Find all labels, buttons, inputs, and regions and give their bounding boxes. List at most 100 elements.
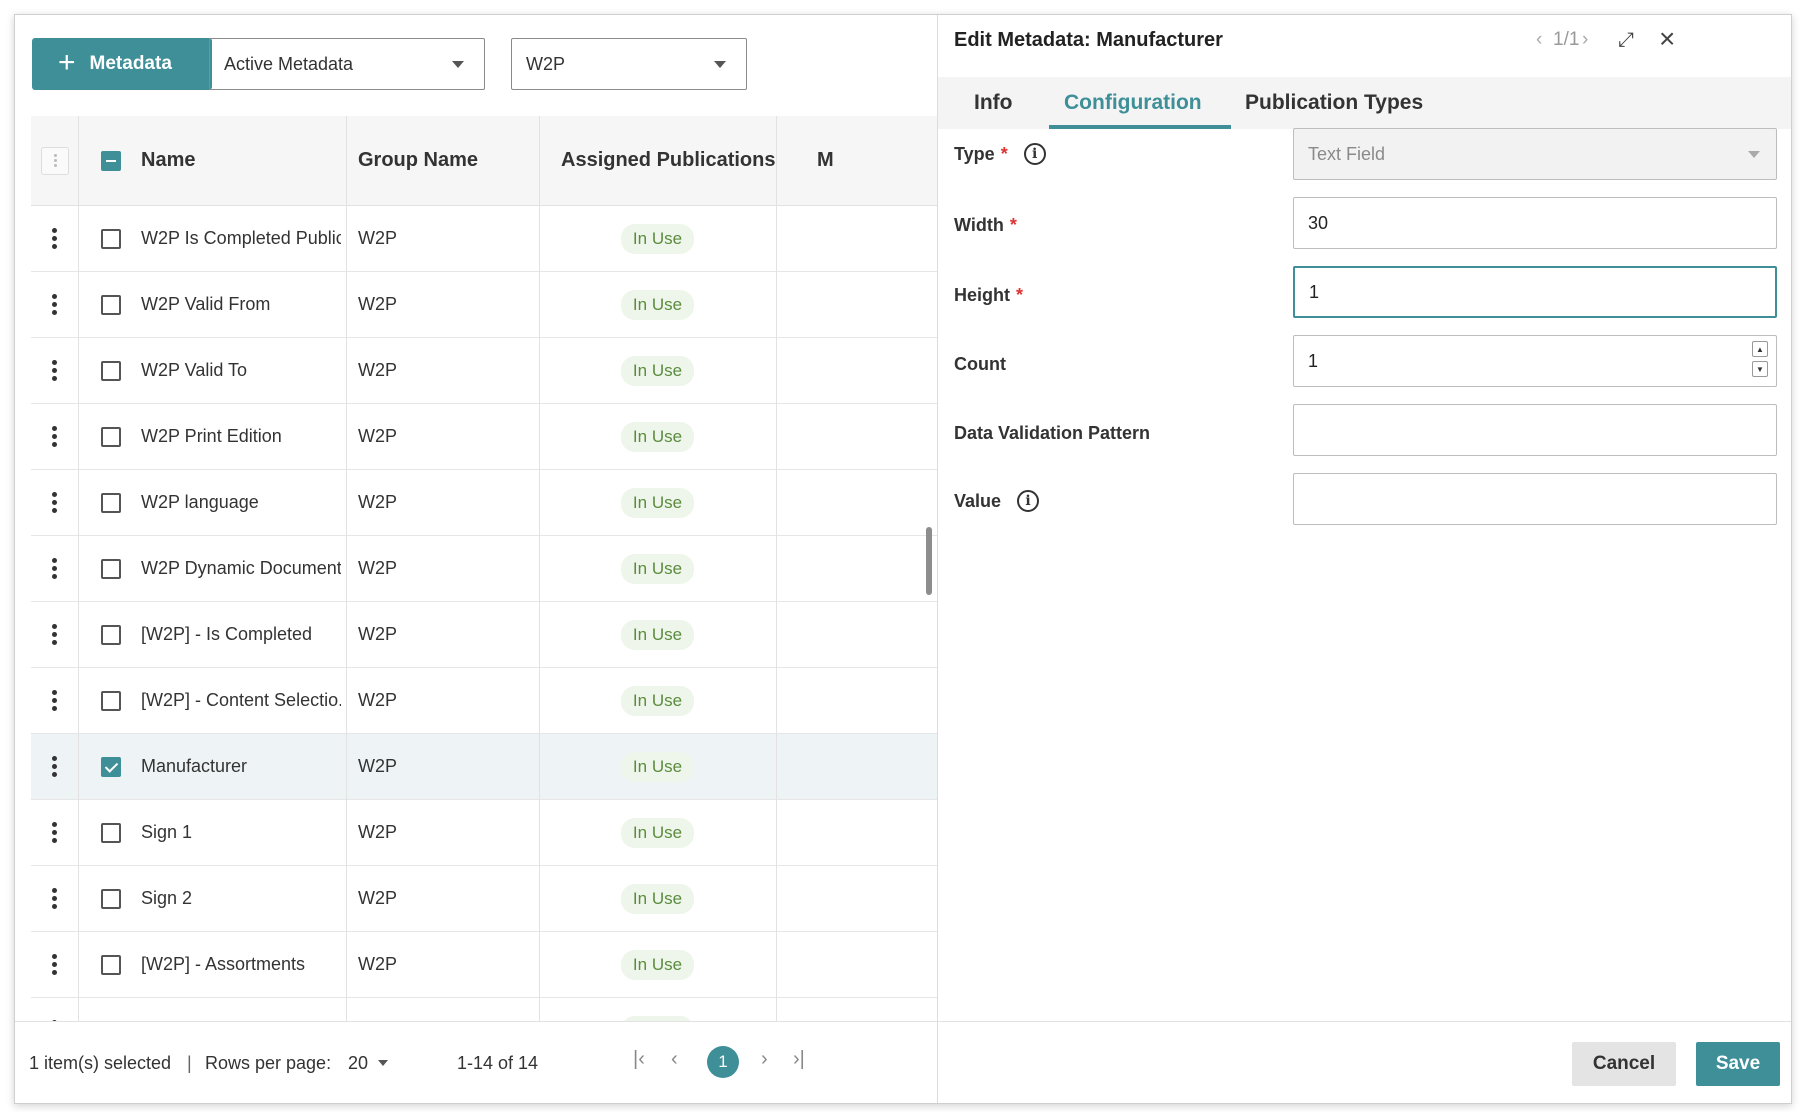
row-status-cell: In Use	[539, 998, 776, 1021]
table-row[interactable]: Manufacturer W2P In Use	[31, 734, 937, 800]
status-badge: In Use	[620, 421, 695, 452]
table-row[interactable]: W2P Valid To W2P In Use	[31, 338, 937, 404]
tab-configuration[interactable]: Configuration	[1064, 77, 1202, 129]
row-actions-button[interactable]	[51, 206, 57, 271]
column-header-publications[interactable]: Assigned Publications	[561, 116, 775, 205]
metadata-filter-dropdown[interactable]: Active Metadata	[209, 38, 485, 90]
checkbox-icon	[101, 888, 121, 909]
status-badge: In Use	[620, 751, 695, 782]
edit-metadata-panel: Edit Metadata: Manufacturer ‹ 1/1 › ⤢ × …	[937, 15, 1791, 1103]
row-checkbox[interactable]	[101, 932, 121, 997]
column-header-group[interactable]: Group Name	[358, 116, 478, 205]
row-checkbox[interactable]	[101, 470, 121, 535]
table-row[interactable]: Sign 1 W2P In Use	[31, 800, 937, 866]
table-row[interactable]: [W2P] - Is Completed W2P In Use	[31, 602, 937, 668]
row-actions-button[interactable]	[51, 536, 57, 601]
row-actions-button[interactable]	[51, 470, 57, 535]
last-page-icon[interactable]: ›|	[793, 1048, 805, 1071]
info-icon[interactable]: i	[1017, 490, 1040, 512]
column-header-name[interactable]: Name	[141, 116, 195, 205]
table-row[interactable]: W2P Is Completed Public... W2P In Use	[31, 206, 937, 272]
column-header-more[interactable]: M	[817, 116, 834, 205]
tab-publication-types[interactable]: Publication Types	[1245, 77, 1423, 129]
row-checkbox[interactable]	[101, 602, 121, 667]
checkbox-icon	[101, 954, 121, 975]
add-metadata-button[interactable]: + Metadata	[32, 38, 212, 90]
row-checkbox[interactable]	[101, 206, 121, 271]
row-actions-button[interactable]	[51, 602, 57, 667]
next-page-icon[interactable]: ›	[761, 1048, 768, 1071]
row-status-cell: In Use	[539, 602, 776, 667]
row-checkbox[interactable]	[101, 866, 121, 931]
close-icon[interactable]: ×	[1659, 23, 1675, 55]
row-status-cell: In Use	[539, 668, 776, 733]
row-actions-button[interactable]	[51, 998, 57, 1021]
tab-info[interactable]: Info	[974, 77, 1012, 129]
prev-page-icon[interactable]: ‹	[671, 1048, 678, 1071]
row-name: [W2P] - Content Selectio...	[141, 690, 341, 710]
rows-per-page-select[interactable]: 20	[348, 1022, 389, 1103]
row-checkbox[interactable]	[101, 536, 121, 601]
status-badge: In Use	[620, 817, 695, 848]
row-actions-button[interactable]	[51, 932, 57, 997]
table-row[interactable]: [W2P] - Content Selectio... W2P In Use	[31, 668, 937, 734]
row-actions-button[interactable]	[51, 404, 57, 469]
increment-icon[interactable]: ▲	[1752, 341, 1768, 357]
row-checkbox[interactable]	[101, 668, 121, 733]
select-all-checkbox[interactable]	[101, 116, 121, 205]
row-name: W2P Dynamic Document	[141, 558, 341, 578]
count-stepper[interactable]: 1 ▲ ▼	[1293, 335, 1777, 387]
table-row[interactable]: W2P Dynamic Document W2P In Use	[31, 536, 937, 602]
width-input[interactable]: 30	[1293, 197, 1777, 249]
panel-tabs: Info Configuration Publication Types	[938, 77, 1791, 129]
row-status-cell: In Use	[539, 404, 776, 469]
next-record-icon[interactable]: ›	[1582, 29, 1588, 51]
panel-resize-handle[interactable]	[926, 527, 932, 595]
table-row[interactable]: [W2P] - Assortments W2P In Use	[31, 932, 937, 998]
pattern-input[interactable]	[1293, 404, 1777, 456]
cancel-button[interactable]: Cancel	[1572, 1042, 1676, 1086]
table-row[interactable]: W2P Print Edition W2P In Use	[31, 404, 937, 470]
info-icon[interactable]: i	[1023, 143, 1046, 165]
row-actions-button[interactable]	[51, 734, 57, 799]
row-checkbox[interactable]	[101, 998, 121, 1021]
column-settings-button[interactable]	[41, 116, 69, 205]
decrement-icon[interactable]: ▼	[1752, 361, 1768, 377]
row-checkbox[interactable]	[101, 734, 121, 799]
first-page-icon[interactable]: |‹	[633, 1048, 645, 1071]
row-group: W2P	[358, 954, 398, 974]
save-button[interactable]: Save	[1696, 1042, 1780, 1086]
record-position: 1/1	[1553, 29, 1580, 50]
type-select[interactable]: Text Field	[1293, 128, 1777, 180]
row-group: W2P	[358, 998, 397, 1021]
group-filter-dropdown[interactable]: W2P	[511, 38, 747, 90]
pattern-field-label: Data Validation Pattern	[954, 422, 1151, 443]
value-input[interactable]	[1293, 473, 1777, 525]
checkbox-icon	[101, 756, 121, 777]
row-group: W2P	[358, 756, 398, 776]
row-checkbox[interactable]	[101, 272, 121, 337]
expand-icon[interactable]: ⤢	[1618, 29, 1634, 52]
row-actions-button[interactable]	[51, 800, 57, 865]
row-checkbox[interactable]	[101, 800, 121, 865]
table-row[interactable]: W2P language W2P In Use	[31, 470, 937, 536]
prev-record-icon[interactable]: ‹	[1536, 29, 1542, 51]
row-actions-button[interactable]	[51, 668, 57, 733]
table-row[interactable]: Sign 2 W2P In Use	[31, 866, 937, 932]
row-actions-button[interactable]	[51, 866, 57, 931]
row-checkbox[interactable]	[101, 404, 121, 469]
table-row[interactable]: W2P Valid From W2P In Use	[31, 272, 937, 338]
row-checkbox[interactable]	[101, 338, 121, 403]
checkbox-icon	[101, 492, 121, 513]
row-group: W2P	[358, 558, 398, 578]
current-page-button[interactable]: 1	[707, 1046, 739, 1078]
height-input[interactable]: 1	[1293, 266, 1777, 318]
row-actions-button[interactable]	[51, 272, 57, 337]
row-group: W2P	[358, 360, 398, 380]
more-vertical-icon	[51, 294, 57, 315]
row-actions-button[interactable]	[51, 338, 57, 403]
count-field-label: Count	[954, 353, 1006, 374]
table-row[interactable]: [W2P] - Pub Stat... W2P In Use	[31, 998, 937, 1021]
panel-title: Edit Metadata: Manufacturer	[954, 29, 1223, 51]
row-name: W2P Print Edition	[141, 426, 282, 446]
